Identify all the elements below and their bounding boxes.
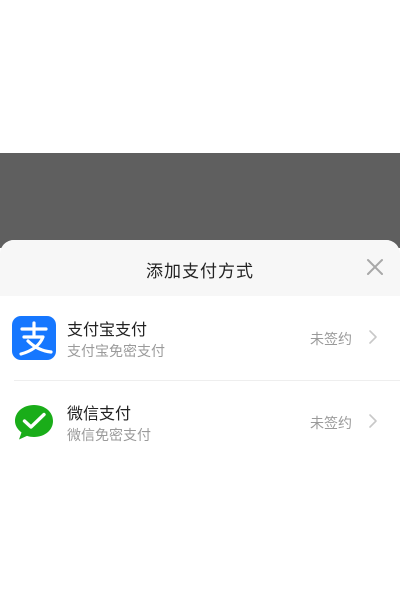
payment-method-screen: 添加支付方式 支付宝支付 支付宝免密支付 未签约 微信支付 微信免密支付 未签约 xyxy=(0,0,400,600)
chevron-right-icon xyxy=(368,413,378,429)
payment-method-alipay[interactable]: 支付宝支付 支付宝免密支付 未签约 xyxy=(0,296,400,380)
method-name: 支付宝支付 xyxy=(67,320,148,339)
sheet-title: 添加支付方式 xyxy=(146,262,254,282)
add-payment-method-sheet: 添加支付方式 支付宝支付 支付宝免密支付 未签约 微信支付 微信免密支付 未签约 xyxy=(0,240,400,464)
payment-method-wechat[interactable]: 微信支付 微信免密支付 未签约 xyxy=(0,380,400,464)
method-status: 未签约 xyxy=(310,332,352,348)
close-button[interactable] xyxy=(364,256,386,278)
method-description: 微信免密支付 xyxy=(67,428,151,444)
dim-overlay[interactable] xyxy=(0,153,400,248)
method-name: 微信支付 xyxy=(67,404,132,423)
close-icon xyxy=(367,259,383,275)
chevron-right-icon xyxy=(368,329,378,345)
method-description: 支付宝免密支付 xyxy=(67,344,165,360)
method-status: 未签约 xyxy=(310,416,352,432)
alipay-icon xyxy=(12,316,56,360)
sheet-header: 添加支付方式 xyxy=(0,240,400,296)
wechat-pay-icon xyxy=(12,400,56,444)
